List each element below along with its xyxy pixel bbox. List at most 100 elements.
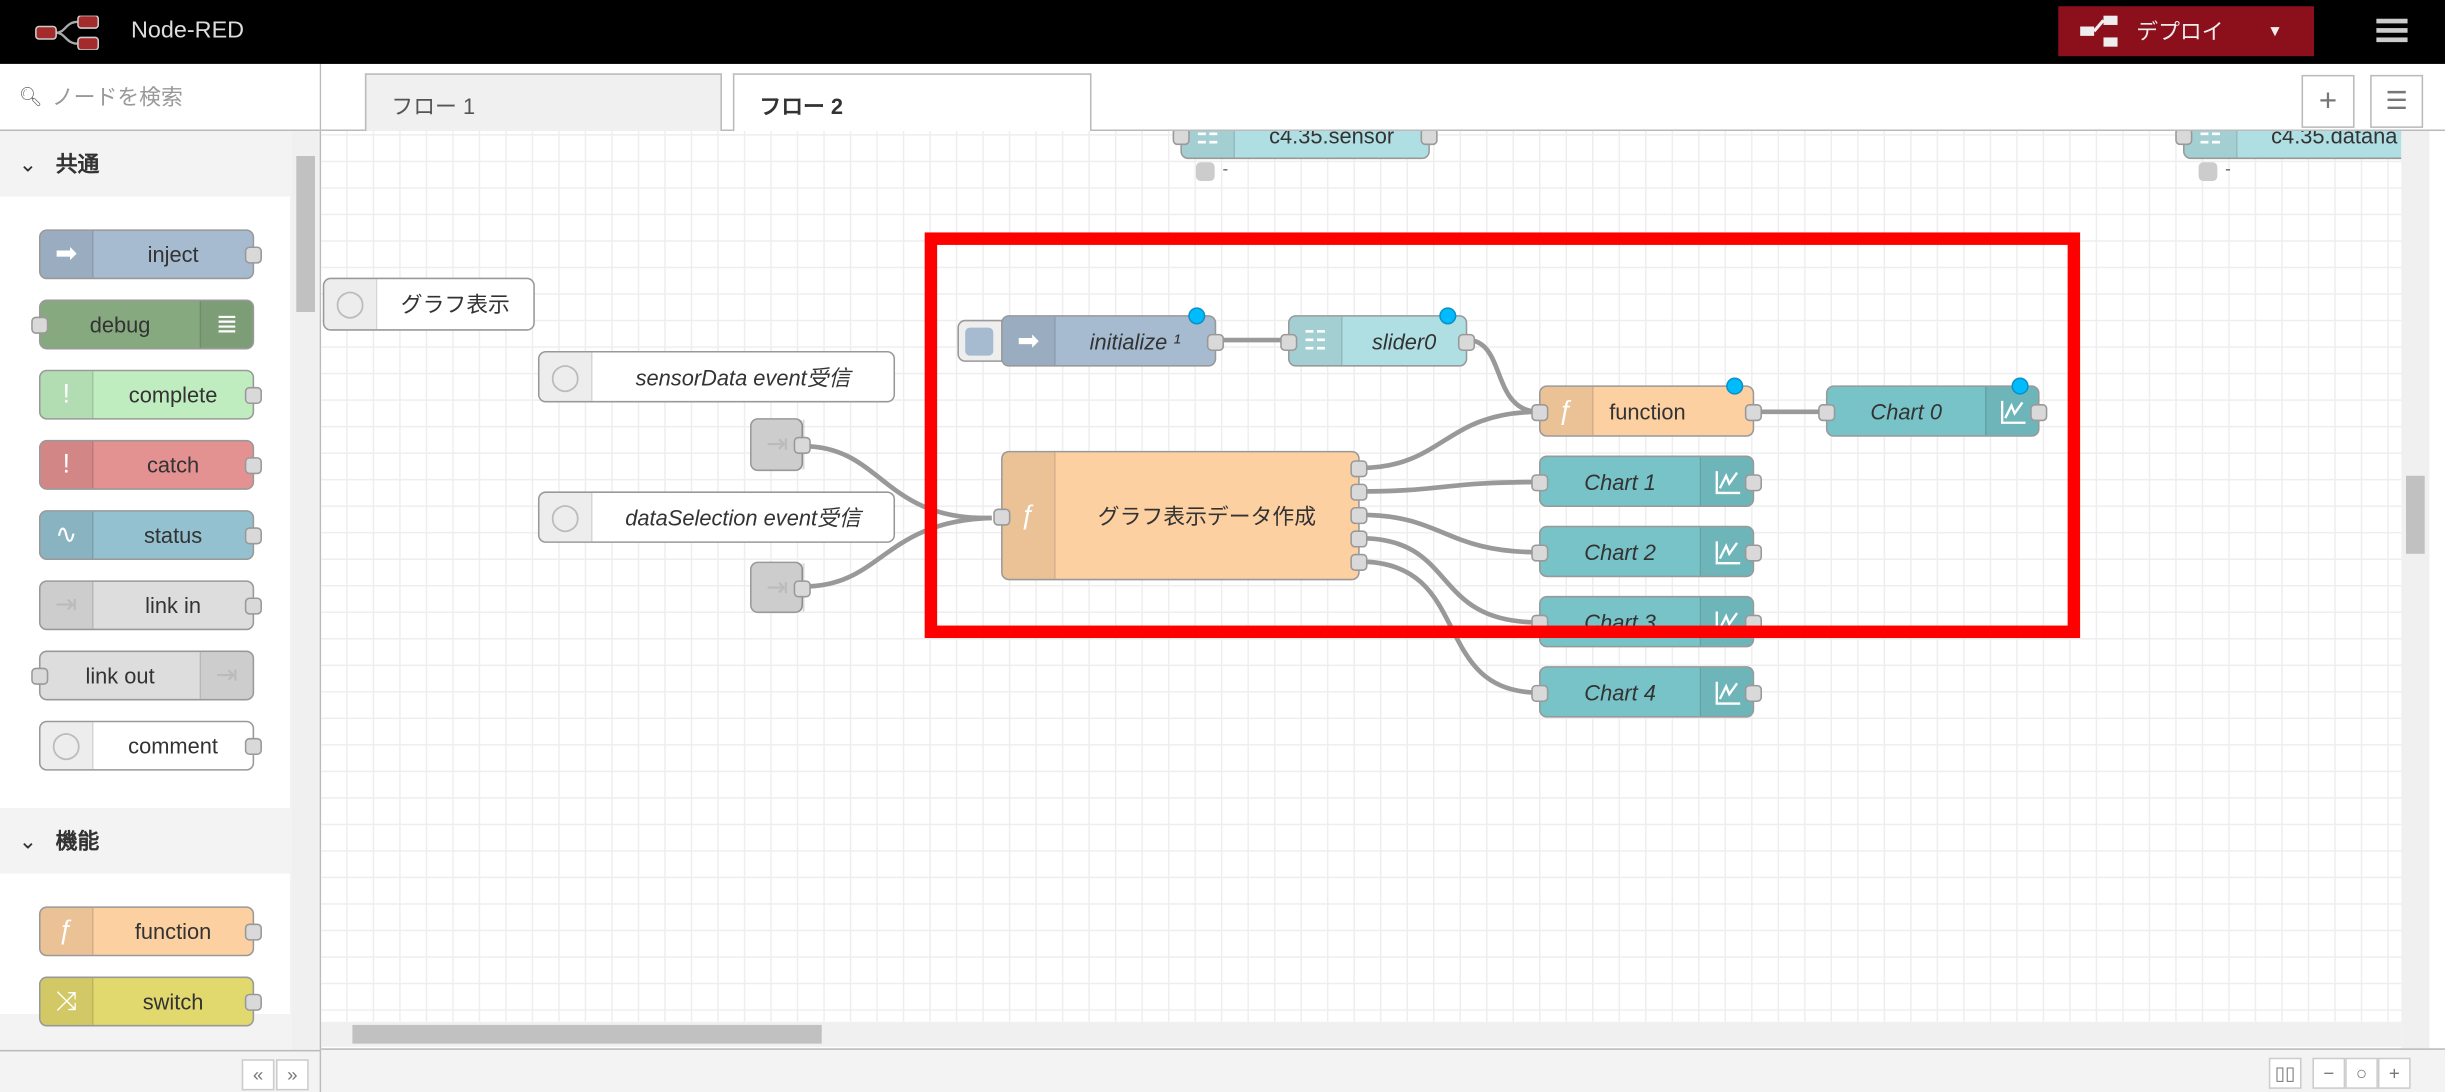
palette-category-header[interactable]: ⌄ 共通 (0, 131, 291, 197)
output-port[interactable] (1744, 473, 1763, 491)
palette-node-catch[interactable]: ! catch (38, 439, 262, 490)
output-port[interactable] (244, 923, 262, 941)
output-port[interactable] (1350, 483, 1368, 501)
canvas-vertical-scrollbar[interactable] (2401, 131, 2430, 1050)
link-in-node-1[interactable]: ⇥ (750, 418, 811, 472)
palette-node-debug[interactable]: ≣ debug (31, 299, 255, 350)
input-port[interactable] (1531, 403, 1549, 421)
output-port[interactable] (244, 993, 262, 1011)
output-port[interactable] (2030, 403, 2048, 421)
wires (803, 337, 1826, 695)
input-port[interactable] (993, 507, 1011, 525)
header: Node-RED デプロイ ▼ (0, 0, 2445, 64)
output-port[interactable] (244, 737, 262, 756)
palette-node-inject[interactable]: ➡ inject (38, 229, 262, 280)
input-port[interactable] (1531, 684, 1549, 702)
flow-canvas[interactable]: ☷ c4.35.sensor ☷ c4.35.datana ◯ グラフ表示 ◯ sensorD… (321, 131, 2402, 1022)
status-indicator (2198, 162, 2218, 181)
output-port[interactable] (1420, 131, 1438, 146)
link-in-node-2[interactable]: ⇥ (750, 561, 811, 614)
node-label: link out (85, 663, 155, 688)
exclamation-icon: ! (40, 371, 94, 419)
input-port[interactable] (1172, 131, 1190, 146)
palette-node-comment[interactable]: ◯ comment (38, 720, 262, 771)
input-port[interactable] (1531, 543, 1549, 561)
zoom-reset-button[interactable]: ○ (2345, 1057, 2378, 1089)
zoom-out-button[interactable]: − (2312, 1057, 2346, 1089)
output-port[interactable] (244, 597, 262, 615)
output-port[interactable] (1744, 613, 1763, 632)
comment-sensordata[interactable]: ◯ sensorData event受信 (537, 351, 896, 403)
node-label: complete (128, 382, 218, 408)
output-port[interactable] (244, 457, 262, 475)
canvas-horizontal-thumb[interactable] (352, 1024, 822, 1044)
input-port[interactable] (31, 667, 49, 685)
output-port[interactable] (1744, 403, 1763, 421)
output-port[interactable] (793, 436, 811, 454)
slider-icon: ☷ (2184, 131, 2238, 158)
output-port[interactable] (1350, 506, 1368, 525)
output-port[interactable] (244, 527, 262, 545)
node-label: link in (145, 592, 201, 618)
zoom-in-button[interactable]: + (2377, 1057, 2411, 1089)
collapse-all-button[interactable]: « (241, 1059, 275, 1091)
expand-all-button[interactable]: » (275, 1059, 309, 1091)
output-port[interactable] (1350, 460, 1368, 478)
changed-indicator (2011, 377, 2029, 395)
hamburger-icon[interactable] (2376, 18, 2408, 44)
output-port[interactable] (1206, 333, 1225, 351)
tab-flow-2[interactable]: フロー 2 (732, 73, 1092, 133)
palette-category-header[interactable]: ⌄ 機能 (0, 808, 291, 874)
input-port[interactable] (1280, 333, 1298, 351)
add-flow-button[interactable]: + (2301, 74, 2355, 128)
deploy-button[interactable]: デプロイ ▼ (2058, 6, 2315, 57)
output-port[interactable] (1744, 684, 1763, 702)
slider-node[interactable]: ☷ slider0 (1280, 307, 1476, 367)
output-port[interactable] (1350, 553, 1368, 571)
tab-flow-1[interactable]: フロー 1 (364, 73, 722, 132)
node-label: initialize ¹ (1089, 328, 1181, 354)
function-node[interactable]: ƒ function (1531, 377, 1763, 437)
palette-node-switch[interactable]: ⤨ switch (38, 976, 262, 1027)
chart-1-node[interactable]: Chart 1 (1531, 455, 1763, 507)
make-graph-data-function[interactable]: ƒ グラフ表示データ作成 (993, 450, 1368, 581)
input-port[interactable] (1531, 613, 1549, 632)
palette-node-link-in[interactable]: ⇥ link in (38, 580, 262, 631)
palette-node-link-out[interactable]: ⇥ link out (31, 650, 255, 701)
palette-scroll-thumb[interactable] (296, 156, 315, 312)
palette-node-function[interactable]: ƒ function (38, 906, 262, 957)
input-port[interactable] (1818, 403, 1836, 421)
palette-node-complete[interactable]: ! complete (38, 369, 262, 420)
chart-4-node[interactable]: Chart 4 (1531, 666, 1763, 718)
comment-dataselection[interactable]: ◯ dataSelection event受信 (537, 491, 896, 543)
link-out-icon: ⇥ (199, 652, 253, 699)
palette-search-input[interactable]: 🔍︎ ノードを検索 (0, 63, 320, 132)
navigator-map-icon[interactable]: ▯▯ (2268, 1057, 2302, 1089)
node-label: dataSelection event受信 (625, 504, 861, 530)
comment-graph-display[interactable]: ◯ グラフ表示 (322, 277, 535, 331)
node-c4-35-sensor[interactable]: ☷ c4.35.sensor (1172, 131, 1438, 160)
palette-node-status[interactable]: ∿ status (38, 510, 262, 561)
output-port[interactable] (1457, 333, 1476, 351)
output-port[interactable] (244, 386, 262, 405)
chart-2-node[interactable]: Chart 2 (1531, 525, 1763, 578)
output-port[interactable] (1350, 530, 1368, 548)
canvas-vertical-thumb[interactable] (2405, 475, 2425, 554)
node-c4-35-datana[interactable]: ☷ c4.35.datana (2175, 131, 2402, 160)
output-port[interactable] (793, 579, 811, 597)
wire (1467, 337, 1540, 415)
chart-0-node[interactable]: Chart 0 (1818, 377, 2048, 437)
flow-list-button[interactable]: ☰ (2370, 74, 2424, 128)
deploy-dropdown-icon[interactable]: ▼ (2267, 23, 2282, 40)
inject-initialize[interactable]: ➡ initialize ¹ (957, 307, 1225, 367)
chart-3-node[interactable]: Chart 3 (1531, 595, 1763, 648)
node-label: Chart 4 (1584, 679, 1656, 705)
slider-icon: ☷ (1289, 316, 1343, 366)
input-port[interactable] (2175, 131, 2193, 146)
input-port[interactable] (1531, 473, 1549, 491)
inject-trigger-button[interactable] (957, 319, 1003, 362)
output-port[interactable] (244, 246, 262, 264)
workspace-tabs: フロー 1 フロー 2 + ☰ (321, 63, 2445, 133)
input-port[interactable] (31, 316, 49, 334)
output-port[interactable] (1744, 543, 1763, 561)
